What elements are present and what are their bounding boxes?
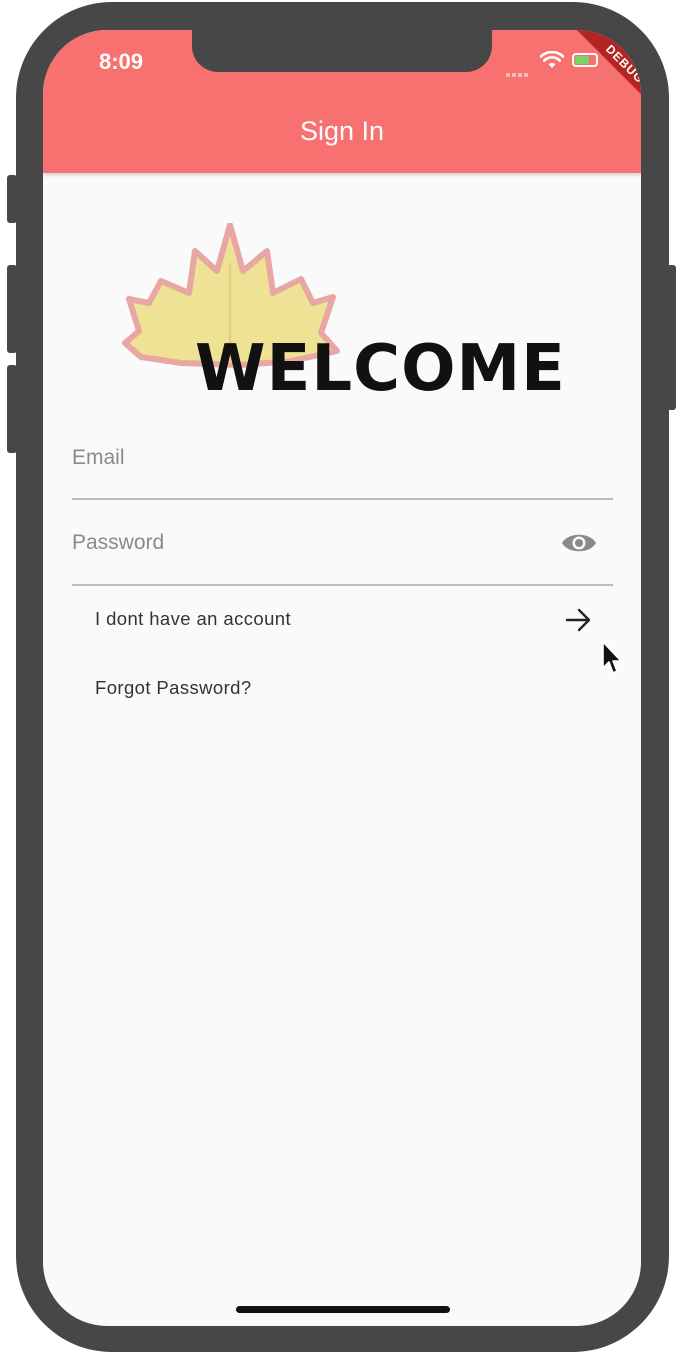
debug-banner-label: DEBUG <box>575 30 641 114</box>
side-button-silent <box>7 175 17 223</box>
forgot-password-link[interactable]: Forgot Password? <box>95 669 613 709</box>
arrow-right-icon <box>565 608 591 632</box>
debug-banner: DEBUG <box>551 30 641 120</box>
eye-icon[interactable] <box>561 530 597 556</box>
welcome-logo-text: WELCOME <box>195 332 566 406</box>
notch <box>192 30 492 72</box>
email-field[interactable]: Email <box>72 445 613 500</box>
side-button-volume-down <box>7 365 17 453</box>
app-bar: 8:09 DEBUG Sign In <box>43 30 641 173</box>
no-account-label: I dont have an account <box>95 608 291 629</box>
password-placeholder: Password <box>72 531 165 554</box>
home-indicator[interactable] <box>236 1306 450 1313</box>
mouse-cursor-icon <box>602 641 622 674</box>
status-time: 8:09 <box>99 49 144 74</box>
cellular-signal-icon <box>506 64 532 77</box>
screen: 8:09 DEBUG Sign In WELCOME Email Passwor… <box>43 30 641 1326</box>
side-button-power <box>667 265 676 410</box>
page-title: Sign In <box>299 116 385 146</box>
side-button-volume-up <box>7 265 17 353</box>
password-field[interactable]: Password <box>72 530 613 586</box>
forgot-password-label: Forgot Password? <box>95 677 252 698</box>
no-account-link[interactable]: I dont have an account <box>95 600 613 640</box>
email-placeholder: Email <box>72 446 125 469</box>
